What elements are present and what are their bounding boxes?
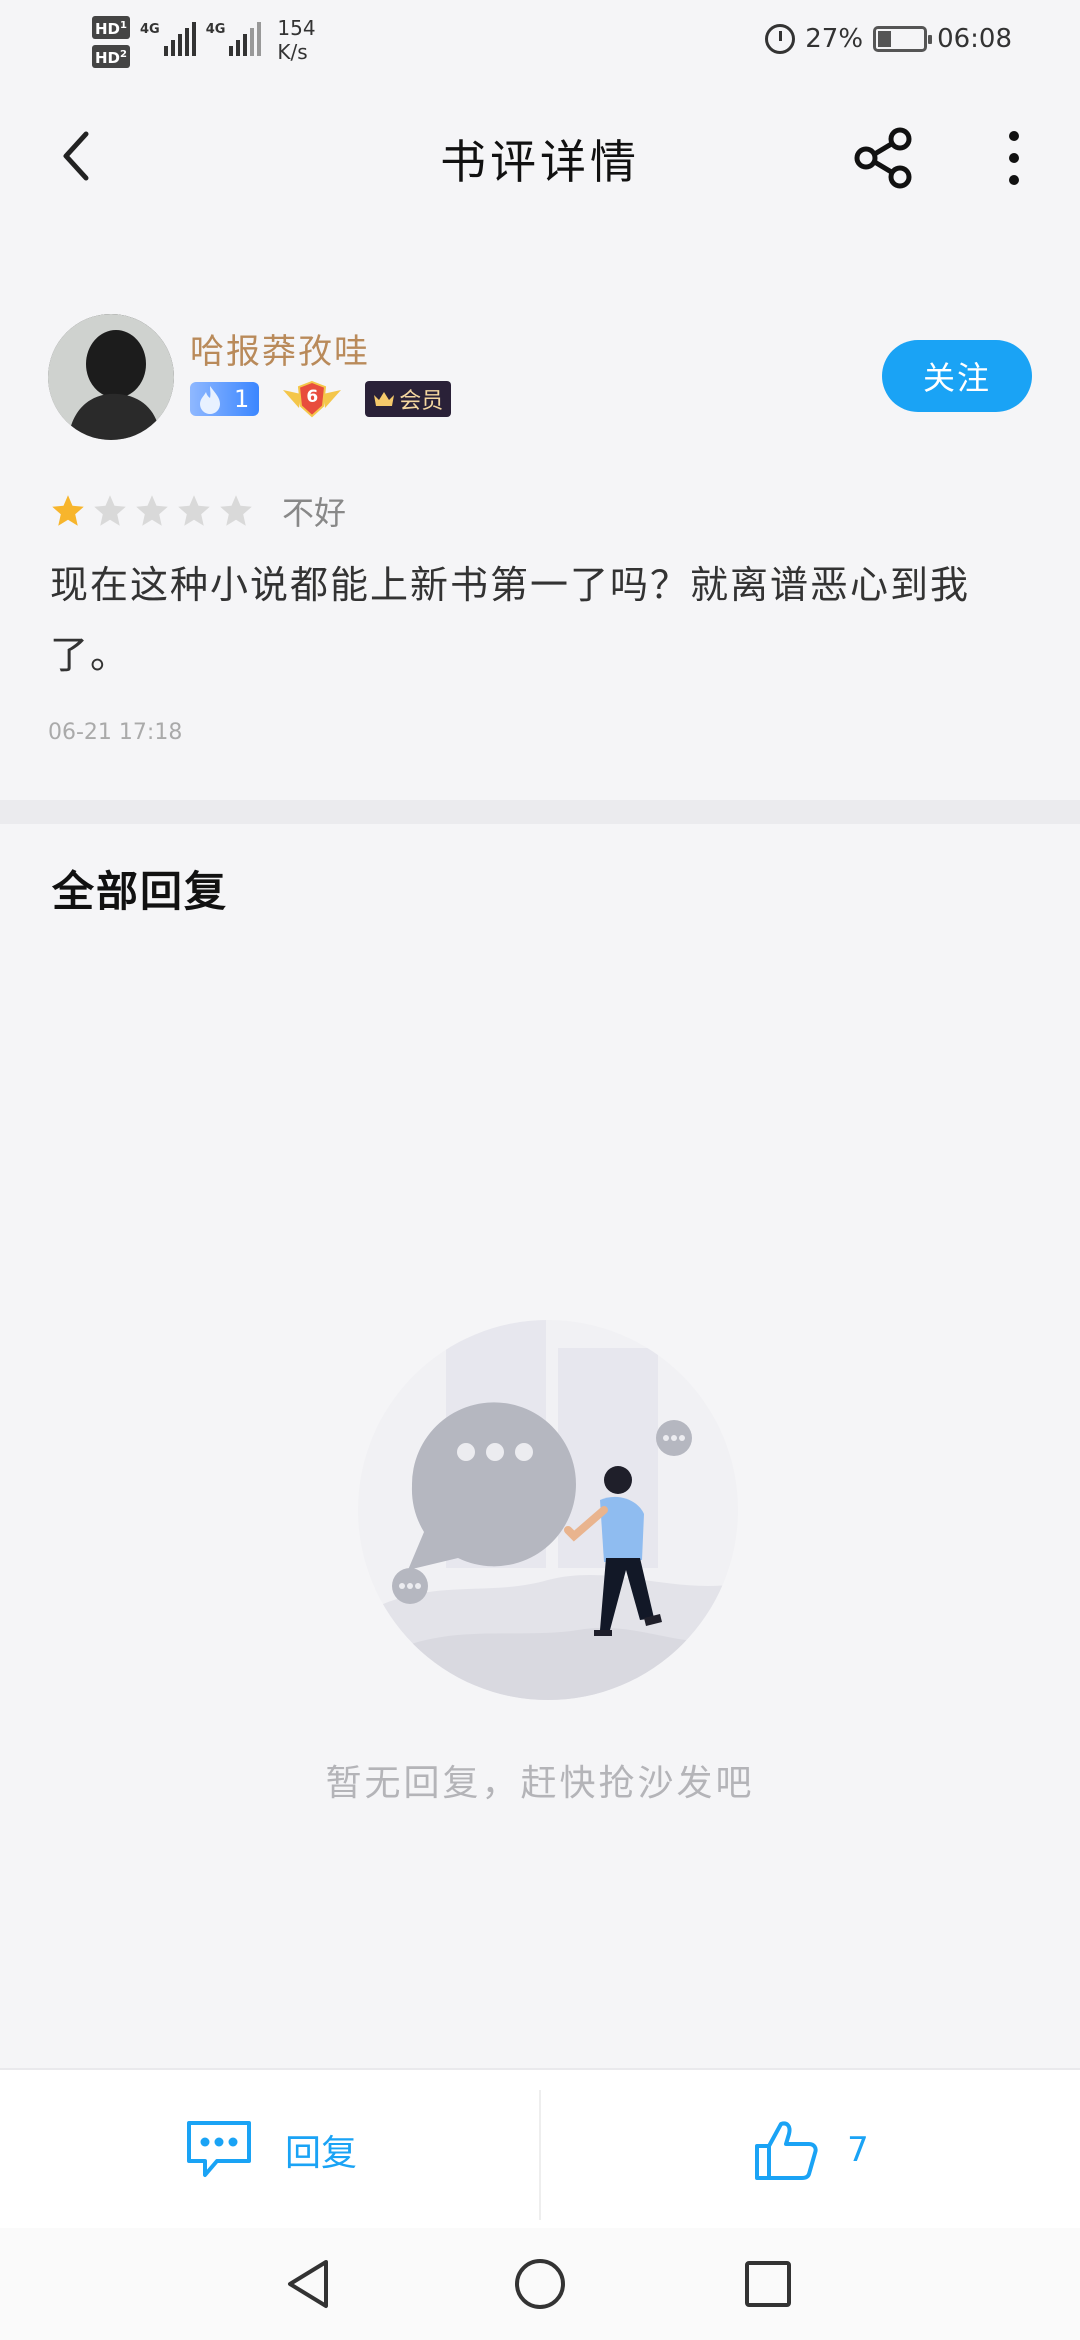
vip-badge[interactable]: 会员	[365, 381, 452, 417]
signal-1: 4G	[140, 16, 196, 56]
sim1-hd-badge: HD1	[92, 16, 130, 39]
bottom-action-bar: 回复 7	[0, 2068, 1080, 2228]
network-speed-unit: K/s	[277, 40, 308, 64]
sim2-hd-badge: HD2	[92, 45, 130, 68]
vip-label: 会员	[399, 389, 444, 414]
share-icon	[854, 127, 912, 189]
avatar[interactable]	[48, 314, 174, 440]
system-recents-button[interactable]	[736, 2252, 800, 2316]
username[interactable]: 哈报莽孜哇	[190, 324, 370, 373]
rating-label: 不好	[282, 494, 347, 532]
sim2-label: HD	[95, 49, 121, 67]
more-button[interactable]	[984, 120, 1044, 196]
triangle-back-icon	[288, 2260, 328, 2308]
fan-level-badge[interactable]: 1	[190, 382, 260, 416]
sim1-label: HD	[95, 20, 121, 38]
star-filled-icon	[52, 495, 84, 526]
signal-bars-icon	[163, 22, 196, 56]
like-button[interactable]: 7	[540, 2070, 1080, 2230]
comment-icon	[186, 2121, 251, 2177]
section-divider	[0, 800, 1080, 824]
signal-2: 4G	[206, 16, 262, 56]
network-type-1: 4G	[139, 22, 160, 37]
battery-icon	[873, 26, 933, 52]
avatar-image	[48, 314, 174, 440]
system-home-button[interactable]	[508, 2252, 572, 2316]
star-empty-icon	[136, 495, 168, 526]
network-speed: 154 K/s	[277, 16, 315, 64]
alarm-icon	[765, 24, 796, 54]
reply-button[interactable]: 回复	[0, 2070, 540, 2230]
crown-icon	[374, 392, 395, 406]
empty-replies-text: 暂无回复，赶快抢沙发吧	[325, 1763, 755, 1804]
fan-level-value: 1	[234, 385, 250, 413]
network-speed-value: 154	[277, 16, 316, 40]
status-bar: HD1 HD2 4G 4G 154 K/s 27% 06:08	[0, 0, 1080, 84]
replies-title: 全部回复	[52, 867, 229, 916]
star-empty-icon	[178, 495, 210, 526]
empty-replies-illustration	[338, 1300, 758, 1720]
like-count: 7	[847, 2130, 869, 2170]
review-card: 哈报莽孜哇 1 6 会员 关注 不好 现在这种小说都能上新书第一了吗？就离谱恶心…	[0, 260, 1080, 800]
user-badges: 1 6 会员	[190, 380, 452, 418]
top-nav: 书评详情	[0, 100, 1080, 212]
battery-percent: 27%	[805, 24, 864, 54]
network-type-2: 4G	[205, 22, 226, 37]
follow-button[interactable]: 关注	[882, 340, 1032, 412]
system-nav-bar	[0, 2228, 1080, 2340]
status-right: 27% 06:08	[765, 24, 1012, 54]
signal-bars-icon	[229, 22, 262, 56]
circle-home-icon	[515, 2259, 565, 2309]
medal-level: 6	[306, 387, 319, 407]
review-timestamp: 06-21 17:18	[48, 720, 183, 745]
empty-chat-illustration-icon	[358, 1320, 738, 1700]
system-back-button[interactable]	[276, 2252, 340, 2316]
medal-badge[interactable]: 6	[281, 380, 343, 418]
share-button[interactable]	[846, 120, 922, 196]
reply-label: 回复	[284, 2133, 357, 2174]
thumbs-up-icon	[755, 2121, 818, 2180]
sim-indicators: HD1 HD2	[92, 16, 130, 68]
more-vertical-icon	[1009, 131, 1019, 185]
star-empty-icon	[94, 495, 126, 526]
clock: 06:08	[937, 24, 1012, 54]
flame-icon	[200, 386, 220, 414]
star-rating: 不好	[50, 488, 346, 534]
star-empty-icon	[220, 495, 252, 526]
status-left: HD1 HD2 4G 4G 154 K/s	[92, 16, 316, 68]
review-text: 现在这种小说都能上新书第一了吗？就离谱恶心到我了。	[50, 563, 971, 677]
square-recents-icon	[745, 2261, 791, 2307]
